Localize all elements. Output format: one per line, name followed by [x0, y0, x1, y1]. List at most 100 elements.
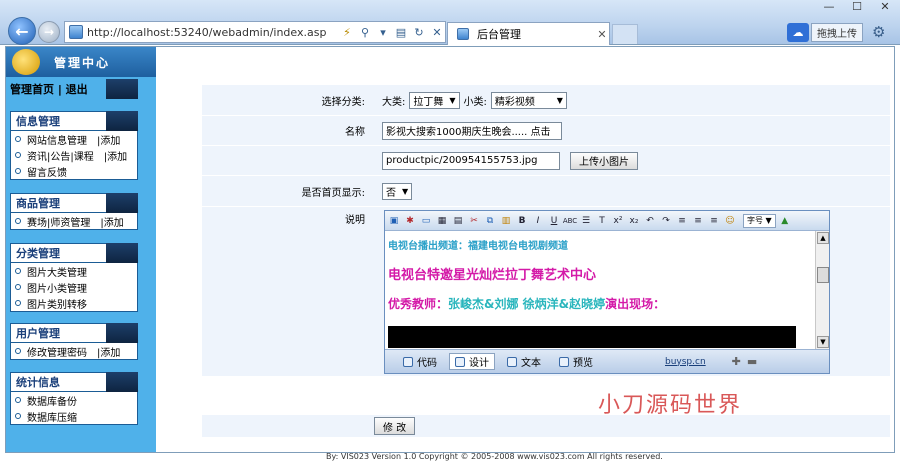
scroll-up-icon[interactable]: ▲ [817, 232, 829, 244]
italic-icon[interactable]: I [531, 214, 545, 228]
refresh-icon[interactable]: ↻ [411, 24, 427, 40]
bullet-icon [15, 397, 21, 403]
sidebar-item[interactable]: 修改管理密码 |添加 [11, 343, 137, 359]
page-viewport: 管理中心 管理首页 | 退出 信息管理 网站信息管理 |添加 资讯|公告|课程 … [5, 46, 895, 461]
section-categories: 分类管理 图片大类管理 图片小类管理 图片类别转移 [10, 243, 138, 312]
submit-button[interactable]: 修 改 [374, 417, 416, 435]
upload-image-button[interactable]: 上传小图片 [570, 151, 638, 170]
description-label: 说明 [345, 214, 365, 226]
scroll-down-icon[interactable]: ▼ [817, 336, 829, 348]
sidebar-item[interactable]: 网站信息管理 |添加 [11, 131, 137, 147]
image-path-input[interactable]: productpic/200954155753.jpg [382, 151, 560, 170]
sidebar-item-label[interactable]: 图片大类管理 [27, 264, 87, 279]
paste-icon[interactable]: ▥ [499, 214, 513, 228]
underline-icon[interactable]: U [547, 214, 561, 228]
tab-preview[interactable]: 预览 [553, 353, 599, 370]
sidebar-item-label[interactable]: 图片小类管理 [27, 280, 87, 295]
sidebar-item-label[interactable]: 资讯|公告|课程 |添加 [27, 148, 127, 163]
tab-code[interactable]: 代码 [397, 353, 443, 370]
font-size-value: 字号 [747, 216, 763, 225]
sidebar-item[interactable]: 资讯|公告|课程 |添加 [11, 147, 137, 163]
browser-window: — ☐ ✕ ← → http://localhost:53240/webadmi… [0, 0, 900, 461]
upload-extension[interactable]: ☁ 拖拽上传 [787, 22, 867, 43]
sidebar-item-label[interactable]: 留言反馈 [27, 164, 67, 179]
new-tab-button[interactable] [612, 24, 638, 44]
powered-by-link[interactable]: buysp.cn [665, 357, 706, 367]
small-category-select[interactable]: 精彩视频 ▼ [490, 91, 567, 109]
font-size-select[interactable]: 字号 ▼ [743, 213, 776, 228]
table-icon[interactable]: ▦ [435, 214, 449, 228]
align-center-icon[interactable]: ≡ [691, 214, 705, 228]
url-text[interactable]: http://localhost:53240/webadmin/index.as… [87, 26, 337, 39]
bold-icon[interactable]: B [515, 214, 529, 228]
flash-icon[interactable]: ✱ [403, 214, 417, 228]
special-icon[interactable]: ▲ [778, 214, 792, 228]
sidebar-item[interactable]: 赛场|师资管理 |添加 [11, 213, 137, 229]
big-category-select[interactable]: 拉丁舞 ▼ [409, 91, 460, 109]
zoom-in-icon[interactable]: ✚ [732, 355, 741, 368]
media-icon[interactable]: ▭ [419, 214, 433, 228]
tab-close-icon[interactable]: ✕ [595, 28, 609, 41]
section-info: 信息管理 网站信息管理 |添加 资讯|公告|课程 |添加 留言反馈 [10, 111, 138, 180]
sidebar-title: 管理中心 [54, 55, 111, 70]
close-icon[interactable]: ✕ [874, 0, 896, 16]
homepage-value: 否 ▼ [382, 176, 416, 206]
sidebar-item[interactable]: 图片类别转移 [11, 295, 137, 311]
superscript-icon[interactable]: x² [611, 214, 625, 228]
section-users: 用户管理 修改管理密码 |添加 [10, 323, 138, 360]
bullet-icon [15, 136, 21, 142]
subscript-icon[interactable]: x₂ [627, 214, 641, 228]
chevron-down-icon: ▼ [449, 95, 456, 105]
big-cat-label: 大类: [382, 96, 406, 108]
redo-icon[interactable]: ↷ [659, 214, 673, 228]
stop-icon[interactable]: ✕ [429, 24, 445, 40]
sidebar-item[interactable]: 数据库压缩 [11, 408, 137, 424]
sidebar-item[interactable]: 图片大类管理 [11, 263, 137, 279]
sidebar-item[interactable]: 留言反馈 [11, 163, 137, 179]
forward-button[interactable]: → [38, 21, 60, 43]
editor-scrollbar[interactable]: ▲ ▼ [815, 231, 829, 349]
align-left-icon[interactable]: ≡ [675, 214, 689, 228]
tab-admin[interactable]: 后台管理 ✕ [447, 22, 610, 45]
editor-content[interactable]: 电视台播出频道：福建电视台电视剧频道 电视台特邀星光灿烂拉丁舞艺术中心 优秀教师… [385, 231, 815, 349]
sidebar-item-label[interactable]: 修改管理密码 |添加 [27, 344, 120, 359]
undo-icon[interactable]: ↶ [643, 214, 657, 228]
sidebar-item[interactable]: 图片小类管理 [11, 279, 137, 295]
maximize-icon[interactable]: ☐ [846, 0, 868, 16]
cut-icon[interactable]: ✂ [467, 214, 481, 228]
sidebar-item-label[interactable]: 网站信息管理 |添加 [27, 132, 120, 147]
hr-icon[interactable]: ▤ [451, 214, 465, 228]
rich-text-editor[interactable]: ▣ ✱ ▭ ▦ ▤ ✂ ⧉ ▥ B I U ABC ☰ T x² x₂ ↶ ↷ … [384, 210, 830, 374]
sidebar-item-label[interactable]: 数据库备份 [27, 393, 77, 408]
sidebar-item-label[interactable]: 赛场|师资管理 |添加 [27, 214, 124, 229]
back-button[interactable]: ← [8, 17, 36, 45]
section-title-text: 统计信息 [16, 376, 60, 389]
homepage-label: 是否首页显示: [301, 187, 365, 199]
sidebar-item-label[interactable]: 图片类别转移 [27, 296, 87, 311]
copy-icon[interactable]: ⧉ [483, 214, 497, 228]
dropdown-icon[interactable]: ▾ [375, 24, 391, 40]
smiley-icon[interactable]: ☺ [723, 214, 737, 228]
homepage-select[interactable]: 否 ▼ [382, 182, 413, 200]
address-bar[interactable]: http://localhost:53240/webadmin/index.as… [64, 21, 446, 43]
list-icon[interactable]: ☰ [579, 214, 593, 228]
align-right-icon[interactable]: ≡ [707, 214, 721, 228]
tab-design[interactable]: 设计 [449, 353, 495, 370]
home-links[interactable]: 管理首页 | 退出 [10, 79, 152, 99]
home-links-label[interactable]: 管理首页 | 退出 [10, 81, 88, 97]
zoom-out-icon[interactable]: ▬ [747, 355, 757, 368]
compatibility-icon[interactable]: ⚡ [339, 24, 355, 40]
gear-icon[interactable]: ⚙ [872, 23, 885, 41]
minimize-icon[interactable]: — [818, 0, 840, 16]
decor-block [106, 193, 138, 213]
image-icon[interactable]: ▣ [387, 214, 401, 228]
text-color-icon[interactable]: T [595, 214, 609, 228]
scroll-thumb[interactable] [817, 267, 829, 283]
tab-text[interactable]: 文本 [501, 353, 547, 370]
sidebar-item[interactable]: 数据库备份 [11, 392, 137, 408]
search-icon[interactable]: ⚲ [357, 24, 373, 40]
sidebar-item-label[interactable]: 数据库压缩 [27, 409, 77, 424]
strikethrough-icon[interactable]: ABC [563, 214, 577, 228]
name-input[interactable]: 影视大搜索1000期庆生晚会..... 点击 [382, 121, 562, 140]
section-title: 用户管理 [11, 323, 138, 343]
